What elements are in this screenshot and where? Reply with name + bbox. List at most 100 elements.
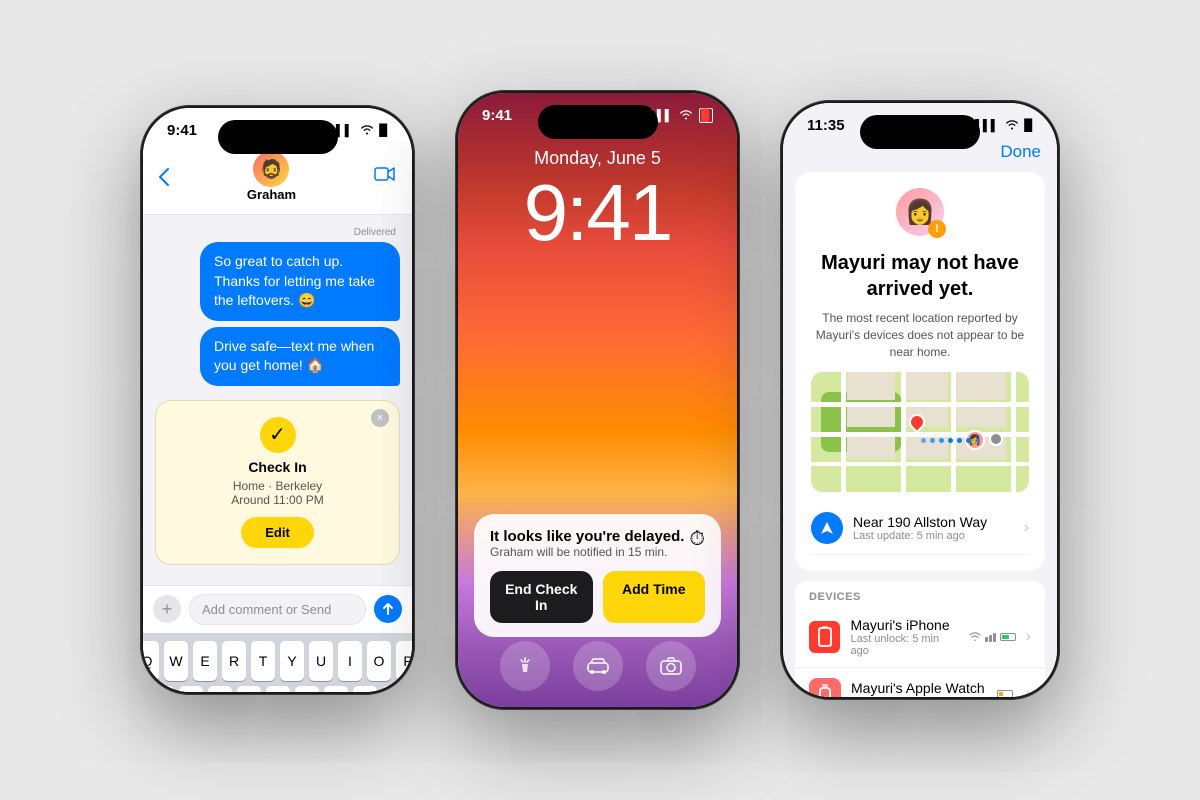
key-y[interactable]: Y: [280, 641, 304, 681]
driving-mode-button[interactable]: [573, 641, 623, 691]
iphone-icon: [809, 621, 840, 653]
messages-screen: 9:41 ▌▌▌ ▉: [143, 108, 412, 692]
lockscreen-screen: 9:41 ▌▌▌▌ ▉ Monday, June 5 9:41: [458, 93, 737, 707]
status-time: 9:41: [167, 122, 197, 139]
key-t[interactable]: T: [251, 641, 275, 681]
checkin-icon: ✓: [172, 417, 383, 453]
iphone-status: [969, 632, 1016, 642]
map-view[interactable]: 👩: [811, 372, 1029, 492]
delayed-notification: It looks like you're delayed. Graham wil…: [458, 514, 737, 637]
key-w[interactable]: W: [164, 641, 188, 681]
device-row-iphone[interactable]: Mayuri's iPhone Last unlock: 5 min ago: [795, 607, 1045, 668]
watch-chevron: ›: [1026, 685, 1031, 697]
message-bubble-2: Drive safe—text me when you get home! 🏠: [200, 327, 400, 386]
flashlight-button[interactable]: [500, 641, 550, 691]
findmy-alert-card: 👩 ! Mayuri may not have arrived yet. The…: [795, 172, 1045, 571]
key-o[interactable]: O: [367, 641, 391, 681]
iphone-chevron: ›: [1026, 628, 1031, 646]
message-bubble-1: So great to catch up. Thanks for letting…: [200, 242, 400, 321]
lockscreen-time: 9:41: [458, 173, 737, 253]
add-time-button[interactable]: Add Time: [603, 571, 706, 623]
location-text: Near 190 Allston Way Last update: 5 min …: [853, 514, 987, 542]
watch-status: [997, 690, 1013, 697]
watch-name: Mayuri's Apple Watch: [851, 680, 985, 696]
location-update-time: Last update: 5 min ago: [853, 530, 987, 542]
video-call-button[interactable]: [374, 165, 396, 188]
watch-text: Mayuri's Apple Watch Last update: —: [851, 680, 985, 697]
location-row[interactable]: Near 190 Allston Way Last update: 5 min …: [811, 502, 1029, 555]
key-j[interactable]: J: [324, 686, 348, 692]
delayed-title: It looks like you're delayed.: [490, 528, 684, 545]
done-button[interactable]: Done: [1000, 142, 1041, 162]
delayed-header: It looks like you're delayed. Graham wil…: [490, 528, 705, 559]
message-input-bar: + Add comment or Send: [143, 585, 412, 633]
device-row-watch[interactable]: Mayuri's Apple Watch Last update: — ›: [795, 668, 1045, 697]
wifi-icon-2: [679, 108, 693, 123]
keyboard-row-1: Q W E R T Y U I O P: [147, 641, 408, 681]
key-l[interactable]: L: [382, 686, 406, 692]
dynamic-island-3: [860, 115, 980, 149]
back-button[interactable]: [159, 168, 169, 186]
status-time-3: 11:35: [807, 117, 845, 134]
contact-avatar: 🧔: [253, 151, 289, 187]
lockscreen-bottom-icons: [458, 641, 737, 691]
input-placeholder: Add comment or Send: [202, 602, 331, 617]
key-r[interactable]: R: [222, 641, 246, 681]
delivered-label: Delivered: [155, 227, 400, 238]
battery-icon: ▉: [380, 124, 388, 137]
edit-button[interactable]: Edit: [241, 517, 314, 548]
key-u[interactable]: U: [309, 641, 333, 681]
key-a[interactable]: A: [150, 686, 174, 692]
key-s[interactable]: S: [179, 686, 203, 692]
battery-icon-3: ▉: [1025, 119, 1033, 132]
checkin-close-button[interactable]: ×: [371, 409, 389, 427]
delayed-subtitle: Graham will be notified in 15 min.: [490, 545, 684, 559]
key-f[interactable]: F: [237, 686, 261, 692]
key-d[interactable]: D: [208, 686, 232, 692]
watch-sub: Last update: —: [851, 696, 985, 697]
delayed-actions: End Check In Add Time: [490, 571, 705, 623]
checkin-card: × ✓ Check In Home · Berkeley Around 11:0…: [155, 400, 400, 565]
key-k[interactable]: K: [353, 686, 377, 692]
key-p[interactable]: P: [396, 641, 412, 681]
key-g[interactable]: G: [266, 686, 290, 692]
location-name: Near 190 Allston Way: [853, 514, 987, 530]
wifi-icon-3: [1005, 118, 1019, 133]
location-arrow-icon: [811, 512, 843, 544]
iphone-sub: Last unlock: 5 min ago: [850, 633, 958, 657]
key-h[interactable]: H: [295, 686, 319, 692]
devices-label: DEVICES: [795, 581, 1045, 607]
dynamic-island-2: [538, 105, 658, 139]
not-arrived-title: Mayuri may not have arrived yet.: [811, 250, 1029, 302]
delayed-card: It looks like you're delayed. Graham wil…: [474, 514, 721, 637]
key-q[interactable]: Q: [143, 641, 159, 681]
checkin-details: Home · Berkeley Around 11:00 PM: [172, 479, 383, 507]
keyboard-row-2: A S D F G H J K L: [147, 686, 408, 692]
not-arrived-subtitle: The most recent location reported by May…: [811, 310, 1029, 360]
camera-button[interactable]: [646, 641, 696, 691]
status-time-2: 9:41: [482, 107, 512, 124]
send-button[interactable]: [374, 595, 402, 623]
battery-icon-2: ▉: [699, 108, 713, 123]
phone-findmy: 11:35 ● ▌▌▌ ▉ Done: [780, 100, 1060, 700]
contact-info[interactable]: 🧔 Graham: [247, 151, 296, 202]
iphone-name: Mayuri's iPhone: [850, 617, 958, 633]
key-e[interactable]: E: [193, 641, 217, 681]
contact-name: Graham: [247, 187, 296, 202]
chevron-right-icon: ›: [1024, 519, 1029, 537]
delay-timer-icon: ⏱: [689, 528, 705, 551]
add-attachment-button[interactable]: +: [153, 595, 181, 623]
messages-area: Delivered So great to catch up. Thanks f…: [143, 215, 412, 585]
message-input[interactable]: Add comment or Send: [189, 594, 366, 625]
findmy-screen: 11:35 ● ▌▌▌ ▉ Done: [783, 103, 1057, 697]
wifi-icon: [360, 123, 374, 138]
dynamic-island: [218, 120, 338, 154]
phone-lockscreen: 9:41 ▌▌▌▌ ▉ Monday, June 5 9:41: [455, 90, 740, 710]
watch-icon: [809, 678, 841, 697]
mayuri-avatar: 👩 !: [896, 188, 944, 236]
devices-section: DEVICES Mayuri's iPhone Last unlock: 5 m…: [795, 581, 1045, 697]
end-checkin-button[interactable]: End Check In: [490, 571, 593, 623]
alert-badge: !: [928, 220, 946, 238]
iphone-text: Mayuri's iPhone Last unlock: 5 min ago: [850, 617, 958, 657]
key-i[interactable]: I: [338, 641, 362, 681]
